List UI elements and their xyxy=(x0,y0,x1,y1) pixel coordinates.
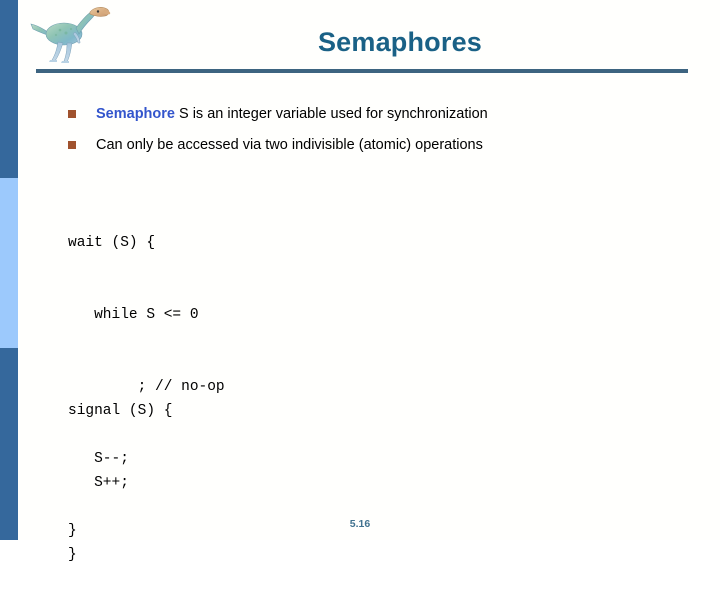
code-line: } xyxy=(68,547,77,563)
bullet-square-icon xyxy=(68,110,76,118)
code-line: signal (S) { xyxy=(68,403,173,419)
stripe-segment-middle xyxy=(0,178,18,348)
dinosaur-icon xyxy=(26,2,114,66)
bullet-keyword: Semaphore xyxy=(96,106,175,122)
slide: Semaphores Semaphore S is an integer var… xyxy=(0,0,720,563)
slide-header: Semaphores xyxy=(0,0,720,76)
title-divider xyxy=(36,69,688,73)
code-line: S++; xyxy=(68,475,129,491)
code-line: wait (S) { xyxy=(68,235,156,251)
list-item-label: Semaphore S is an integer variable used … xyxy=(96,103,668,125)
page-number: 5.16 xyxy=(349,518,371,530)
bullet-body: Can only be accessed via two indivisible… xyxy=(96,137,483,153)
code-line: while S <= 0 xyxy=(68,307,199,323)
list-item: Semaphore S is an integer variable used … xyxy=(68,103,668,125)
list-item: Can only be accessed via two indivisible… xyxy=(68,134,668,156)
bullet-list: Semaphore S is an integer variable used … xyxy=(68,103,668,165)
stripe-segment-bottom xyxy=(0,348,18,540)
bullet-body: S is an integer variable used for synchr… xyxy=(174,106,488,122)
code-block-signal: signal (S) { S++; } xyxy=(68,351,172,615)
left-accent-stripe xyxy=(0,0,18,540)
page-title: Semaphores xyxy=(317,27,483,57)
bullet-square-icon xyxy=(68,141,76,149)
list-item-label: Can only be accessed via two indivisible… xyxy=(96,134,668,156)
